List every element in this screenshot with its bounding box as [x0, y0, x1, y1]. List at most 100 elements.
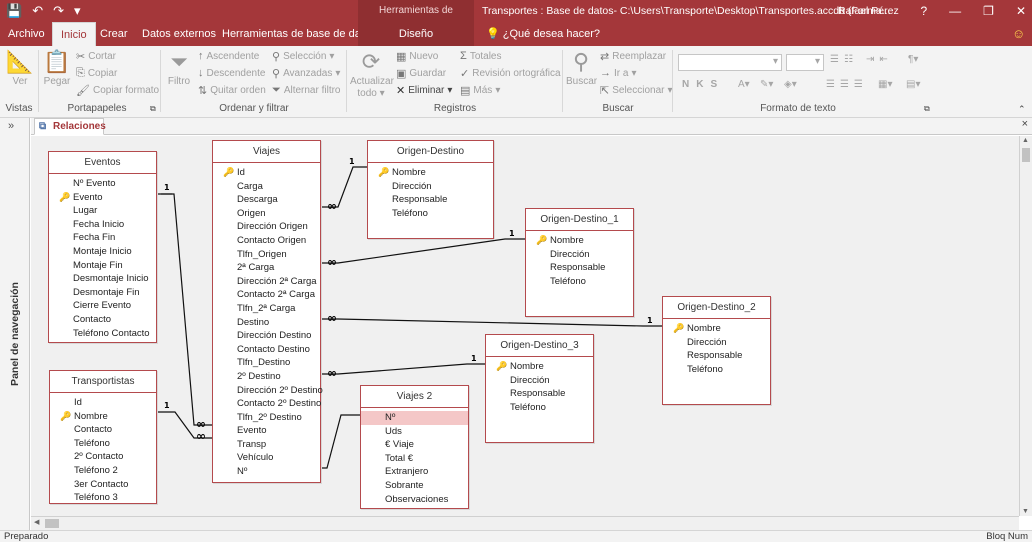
ver-button[interactable]: 📐 Ver	[6, 48, 34, 88]
mas-button[interactable]: ▤ Más ▾	[460, 84, 500, 97]
table-field[interactable]: Fecha Fin	[49, 231, 156, 245]
table-field[interactable]: Transp	[213, 438, 320, 452]
table-field[interactable]: Vehículo	[213, 451, 320, 465]
seleccion-button[interactable]: ⚲ Selección ▾	[272, 50, 334, 63]
actualizar-todo-button[interactable]: ⟳ Actualizar todo ▾	[350, 48, 394, 100]
totales-button[interactable]: Σ Totales	[460, 50, 502, 62]
relationship-line[interactable]	[321, 363, 485, 375]
table-origen-destino-3[interactable]: Origen-Destino_3 🔑 Nombre Dirección Respons…	[485, 334, 594, 443]
restore-icon[interactable]: ❐	[983, 0, 994, 22]
table-field[interactable]: Dirección	[663, 336, 770, 350]
eliminar-button[interactable]: ✕ Eliminar ▾	[396, 84, 452, 97]
font-size-select[interactable]: ▾	[786, 54, 824, 71]
tab-inicio[interactable]: Inicio	[52, 22, 96, 46]
table-field[interactable]: Dirección Destino	[213, 329, 320, 343]
navigation-pane-label[interactable]: Panel de navegación	[9, 269, 21, 399]
reemplazar-button[interactable]: ⇄ Reemplazar	[600, 50, 666, 63]
table-field[interactable]: Descarga	[213, 193, 320, 207]
table-field[interactable]: Teléfono	[368, 207, 493, 221]
table-field[interactable]: Tlfn_Destino	[213, 356, 320, 370]
table-field[interactable]: Montaje Inicio	[49, 245, 156, 259]
customize-qat-icon[interactable]: ▾	[74, 2, 81, 20]
scrollbar-thumb[interactable]	[1022, 148, 1030, 162]
table-field[interactable]: Responsable	[368, 193, 493, 207]
cortar-button[interactable]: ✂ Cortar	[76, 50, 116, 63]
table-field[interactable]: Evento	[213, 424, 320, 438]
dialog-launcher-icon[interactable]: ⧉	[924, 104, 930, 114]
table-field[interactable]: Teléfono	[526, 275, 633, 289]
table-field[interactable]: Contacto	[50, 423, 156, 437]
nuevo-button[interactable]: ▦ Nuevo	[396, 50, 438, 63]
relationship-line[interactable]	[321, 238, 525, 264]
table-eventos[interactable]: Eventos Nº Evento 🔑 Evento Lugar Fecha Inici…	[48, 151, 157, 343]
table-field[interactable]: Contacto Destino	[213, 343, 320, 357]
minimize-icon[interactable]: —	[949, 0, 961, 22]
table-field[interactable]: Nº Evento	[49, 177, 156, 191]
dialog-launcher-icon[interactable]: ⧉	[150, 104, 156, 114]
table-field[interactable]: 2º Contacto	[50, 450, 156, 464]
highlight-icon[interactable]: ✎▾	[760, 79, 773, 90]
tab-relaciones[interactable]: ⧉ Relaciones	[34, 118, 106, 135]
paragraph-direction-icon[interactable]: ¶▾	[908, 54, 918, 65]
buscar-button[interactable]: ⚲ Buscar	[566, 48, 597, 88]
table-field[interactable]: Id	[50, 396, 156, 410]
expand-nav-pane-button[interactable]: »	[8, 120, 14, 132]
table-field[interactable]: Teléfono	[50, 437, 156, 451]
table-field[interactable]: Dirección	[486, 374, 593, 388]
alternar-filtro-button[interactable]: ⏷ Alternar filtro	[272, 84, 341, 97]
table-field[interactable]: Dirección 2ª Carga	[213, 275, 320, 289]
table-field[interactable]: Dirección	[368, 180, 493, 194]
table-field[interactable]: Origen	[213, 207, 320, 221]
tell-me-search[interactable]: 💡 ¿Qué desea hacer?	[478, 22, 608, 46]
scroll-up-icon[interactable]: ▲	[1022, 137, 1029, 144]
tab-crear[interactable]: Crear	[92, 22, 136, 46]
table-field[interactable]: Teléfono Contacto	[49, 327, 156, 341]
table-field[interactable]: € Viaje	[361, 438, 468, 452]
close-document-icon[interactable]: ×	[1022, 118, 1028, 130]
table-field[interactable]: Tlfn_Origen	[213, 248, 320, 262]
close-icon[interactable]: ✕	[1016, 0, 1026, 22]
descendente-button[interactable]: ↓ Descendente	[198, 67, 265, 79]
relationship-line[interactable]	[321, 414, 360, 469]
table-field[interactable]: Destino	[213, 316, 320, 330]
table-field[interactable]: Contacto 2º Destino	[213, 397, 321, 411]
table-field[interactable]: Teléfono 2	[50, 464, 156, 478]
collapse-ribbon-icon[interactable]: ⌃	[1018, 104, 1026, 115]
seleccionar-button[interactable]: ⇱ Seleccionar ▾	[600, 84, 673, 97]
table-field[interactable]: Extranjero	[361, 465, 468, 479]
table-origen-destino-2[interactable]: Origen-Destino_2 🔑 Nombre Dirección Respons…	[662, 296, 771, 405]
scroll-left-icon[interactable]: ◀	[34, 518, 39, 526]
save-icon[interactable]: 💾	[6, 2, 22, 20]
table-field[interactable]: 🔑 Nombre	[368, 166, 493, 180]
redo-icon[interactable]: ↷	[53, 2, 64, 20]
tab-archivo[interactable]: Archivo	[0, 22, 53, 46]
table-field[interactable]: Dirección	[526, 248, 633, 262]
table-transportistas[interactable]: Transportistas Id 🔑 Nombre Contacto Teléfono…	[49, 370, 157, 504]
ascendente-button[interactable]: ↑ Ascendente	[198, 50, 259, 62]
table-field[interactable]: Sobrante	[361, 479, 468, 493]
table-field[interactable]: Lugar	[49, 204, 156, 218]
copiar-button[interactable]: ⎘ Copiar	[76, 67, 117, 80]
table-viajes[interactable]: Viajes 🔑 Id Carga Descarga Origen Dirección O…	[212, 140, 323, 483]
table-field[interactable]: Cierre Evento	[49, 299, 156, 313]
table-field[interactable]: Tlfn_2ª Carga	[213, 302, 320, 316]
relationship-line[interactable]	[321, 318, 662, 327]
table-field[interactable]: 2º Destino	[213, 370, 320, 384]
table-field[interactable]: Contacto Origen	[213, 234, 320, 248]
table-field[interactable]: 2ª Carga	[213, 261, 320, 275]
table-field[interactable]: Uds	[361, 425, 468, 439]
table-field[interactable]: Responsable	[663, 349, 770, 363]
relationship-line[interactable]	[157, 193, 212, 426]
table-field[interactable]: 🔑 Nombre	[486, 360, 593, 374]
smiley-feedback-icon[interactable]: ☺	[1004, 22, 1032, 46]
fill-color-icon[interactable]: ◈▾	[784, 79, 797, 90]
filtro-button[interactable]: ⏷ Filtro	[164, 48, 194, 88]
table-field[interactable]: Responsable	[526, 261, 633, 275]
table-field[interactable]: Dirección 2º Destino	[213, 384, 323, 398]
table-field[interactable]: 🔑 Nombre	[50, 410, 156, 424]
guardar-button[interactable]: ▣ Guardar	[396, 67, 446, 80]
tab-diseno[interactable]: Diseño	[358, 22, 474, 46]
font-name-select[interactable]: ▾	[678, 54, 782, 71]
table-field[interactable]: Fecha Inicio	[49, 218, 156, 232]
tab-datos-externos[interactable]: Datos externos	[134, 22, 224, 46]
